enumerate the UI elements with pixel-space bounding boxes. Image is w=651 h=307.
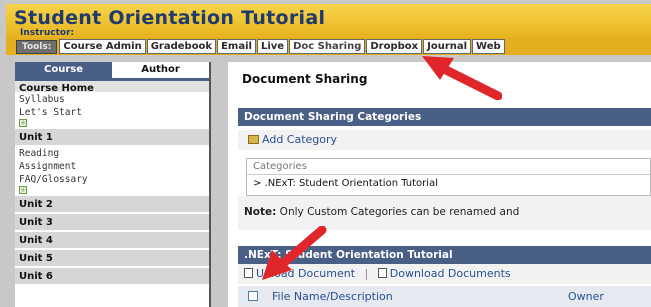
expand-icon[interactable]: + bbox=[19, 119, 27, 127]
add-category-link[interactable]: Add Category bbox=[238, 130, 651, 150]
red-arrow-icon bbox=[422, 56, 502, 100]
tab-email[interactable]: Email bbox=[217, 39, 256, 54]
tab-web[interactable]: Web bbox=[472, 39, 505, 54]
categories-column-header: Categories bbox=[247, 159, 650, 175]
tab-author[interactable]: Author bbox=[112, 62, 209, 78]
tab-dropbox[interactable]: Dropbox bbox=[366, 39, 423, 54]
tools-bar: Tools: Course Admin Gradebook Email Live… bbox=[6, 38, 651, 55]
instructor-label: Instructor: bbox=[20, 28, 75, 38]
categories-table: Categories > .NExT: Student Orientation … bbox=[246, 158, 651, 196]
download-documents-link[interactable]: Download Documents bbox=[377, 267, 511, 280]
sidebar-item-unit-4[interactable]: Unit 4 bbox=[15, 232, 209, 250]
course-title: Student Orientation Tutorial bbox=[14, 7, 326, 29]
tools-label: Tools: bbox=[16, 39, 58, 54]
note-label: Note: bbox=[244, 206, 277, 218]
sidebar-item-unit-3[interactable]: Unit 3 bbox=[15, 214, 209, 232]
tab-course[interactable]: Course bbox=[15, 62, 112, 78]
tab-journal[interactable]: Journal bbox=[423, 39, 472, 54]
categories-note: Note: Only Custom Categories can be rena… bbox=[238, 196, 651, 230]
course-sidebar: Course Author Course Home Syllabus Let's… bbox=[15, 62, 211, 307]
categories-panel-header: Document Sharing Categories bbox=[238, 108, 651, 126]
category-row[interactable]: > .NExT: Student Orientation Tutorial bbox=[247, 175, 650, 192]
tab-live[interactable]: Live bbox=[256, 39, 289, 54]
sidebar-tabs: Course Author bbox=[15, 62, 209, 78]
file-list-header: File Name/Description Owner bbox=[238, 286, 651, 307]
chevron-right-icon: > bbox=[253, 178, 262, 189]
action-separator: | bbox=[364, 267, 369, 280]
sidebar-link-syllabus[interactable]: Syllabus bbox=[15, 93, 209, 106]
note-text: Only Custom Categories can be renamed an… bbox=[276, 206, 520, 218]
tab-gradebook[interactable]: Gradebook bbox=[146, 39, 217, 54]
sidebar-item-unit-6[interactable]: Unit 6 bbox=[15, 268, 209, 286]
add-folder-icon bbox=[248, 135, 259, 144]
add-category-label: Add Category bbox=[262, 133, 338, 146]
owner-column[interactable]: Owner bbox=[568, 286, 604, 307]
sidebar-item-unit-2[interactable]: Unit 2 bbox=[15, 196, 209, 214]
select-all-checkbox[interactable] bbox=[248, 291, 258, 301]
sidebar-link-faq-glossary[interactable]: FAQ/Glossary bbox=[15, 173, 209, 186]
sidebar-item-unit-1[interactable]: Unit 1 bbox=[15, 129, 209, 147]
tab-course-admin[interactable]: Course Admin bbox=[59, 39, 146, 54]
course-header: Student Orientation Tutorial Instructor: bbox=[6, 4, 651, 38]
file-name-column[interactable]: File Name/Description bbox=[272, 290, 393, 303]
expand-icon[interactable]: + bbox=[19, 186, 27, 194]
tab-doc-sharing[interactable]: Doc Sharing bbox=[289, 39, 366, 54]
download-icon bbox=[377, 268, 387, 278]
sidebar-link-assignment[interactable]: Assignment bbox=[15, 160, 209, 173]
category-name: .NExT: Student Orientation Tutorial bbox=[264, 178, 438, 189]
sidebar-item-course-home[interactable]: Course Home bbox=[15, 78, 209, 94]
red-arrow-icon bbox=[262, 226, 327, 280]
sidebar-link-reading[interactable]: Reading bbox=[15, 147, 209, 160]
page-title: Document Sharing bbox=[242, 72, 368, 86]
download-documents-label: Download Documents bbox=[389, 267, 511, 280]
sidebar-item-unit-5[interactable]: Unit 5 bbox=[15, 250, 209, 268]
sidebar-link-lets-start[interactable]: Let's Start bbox=[15, 106, 209, 119]
upload-icon bbox=[244, 268, 253, 278]
